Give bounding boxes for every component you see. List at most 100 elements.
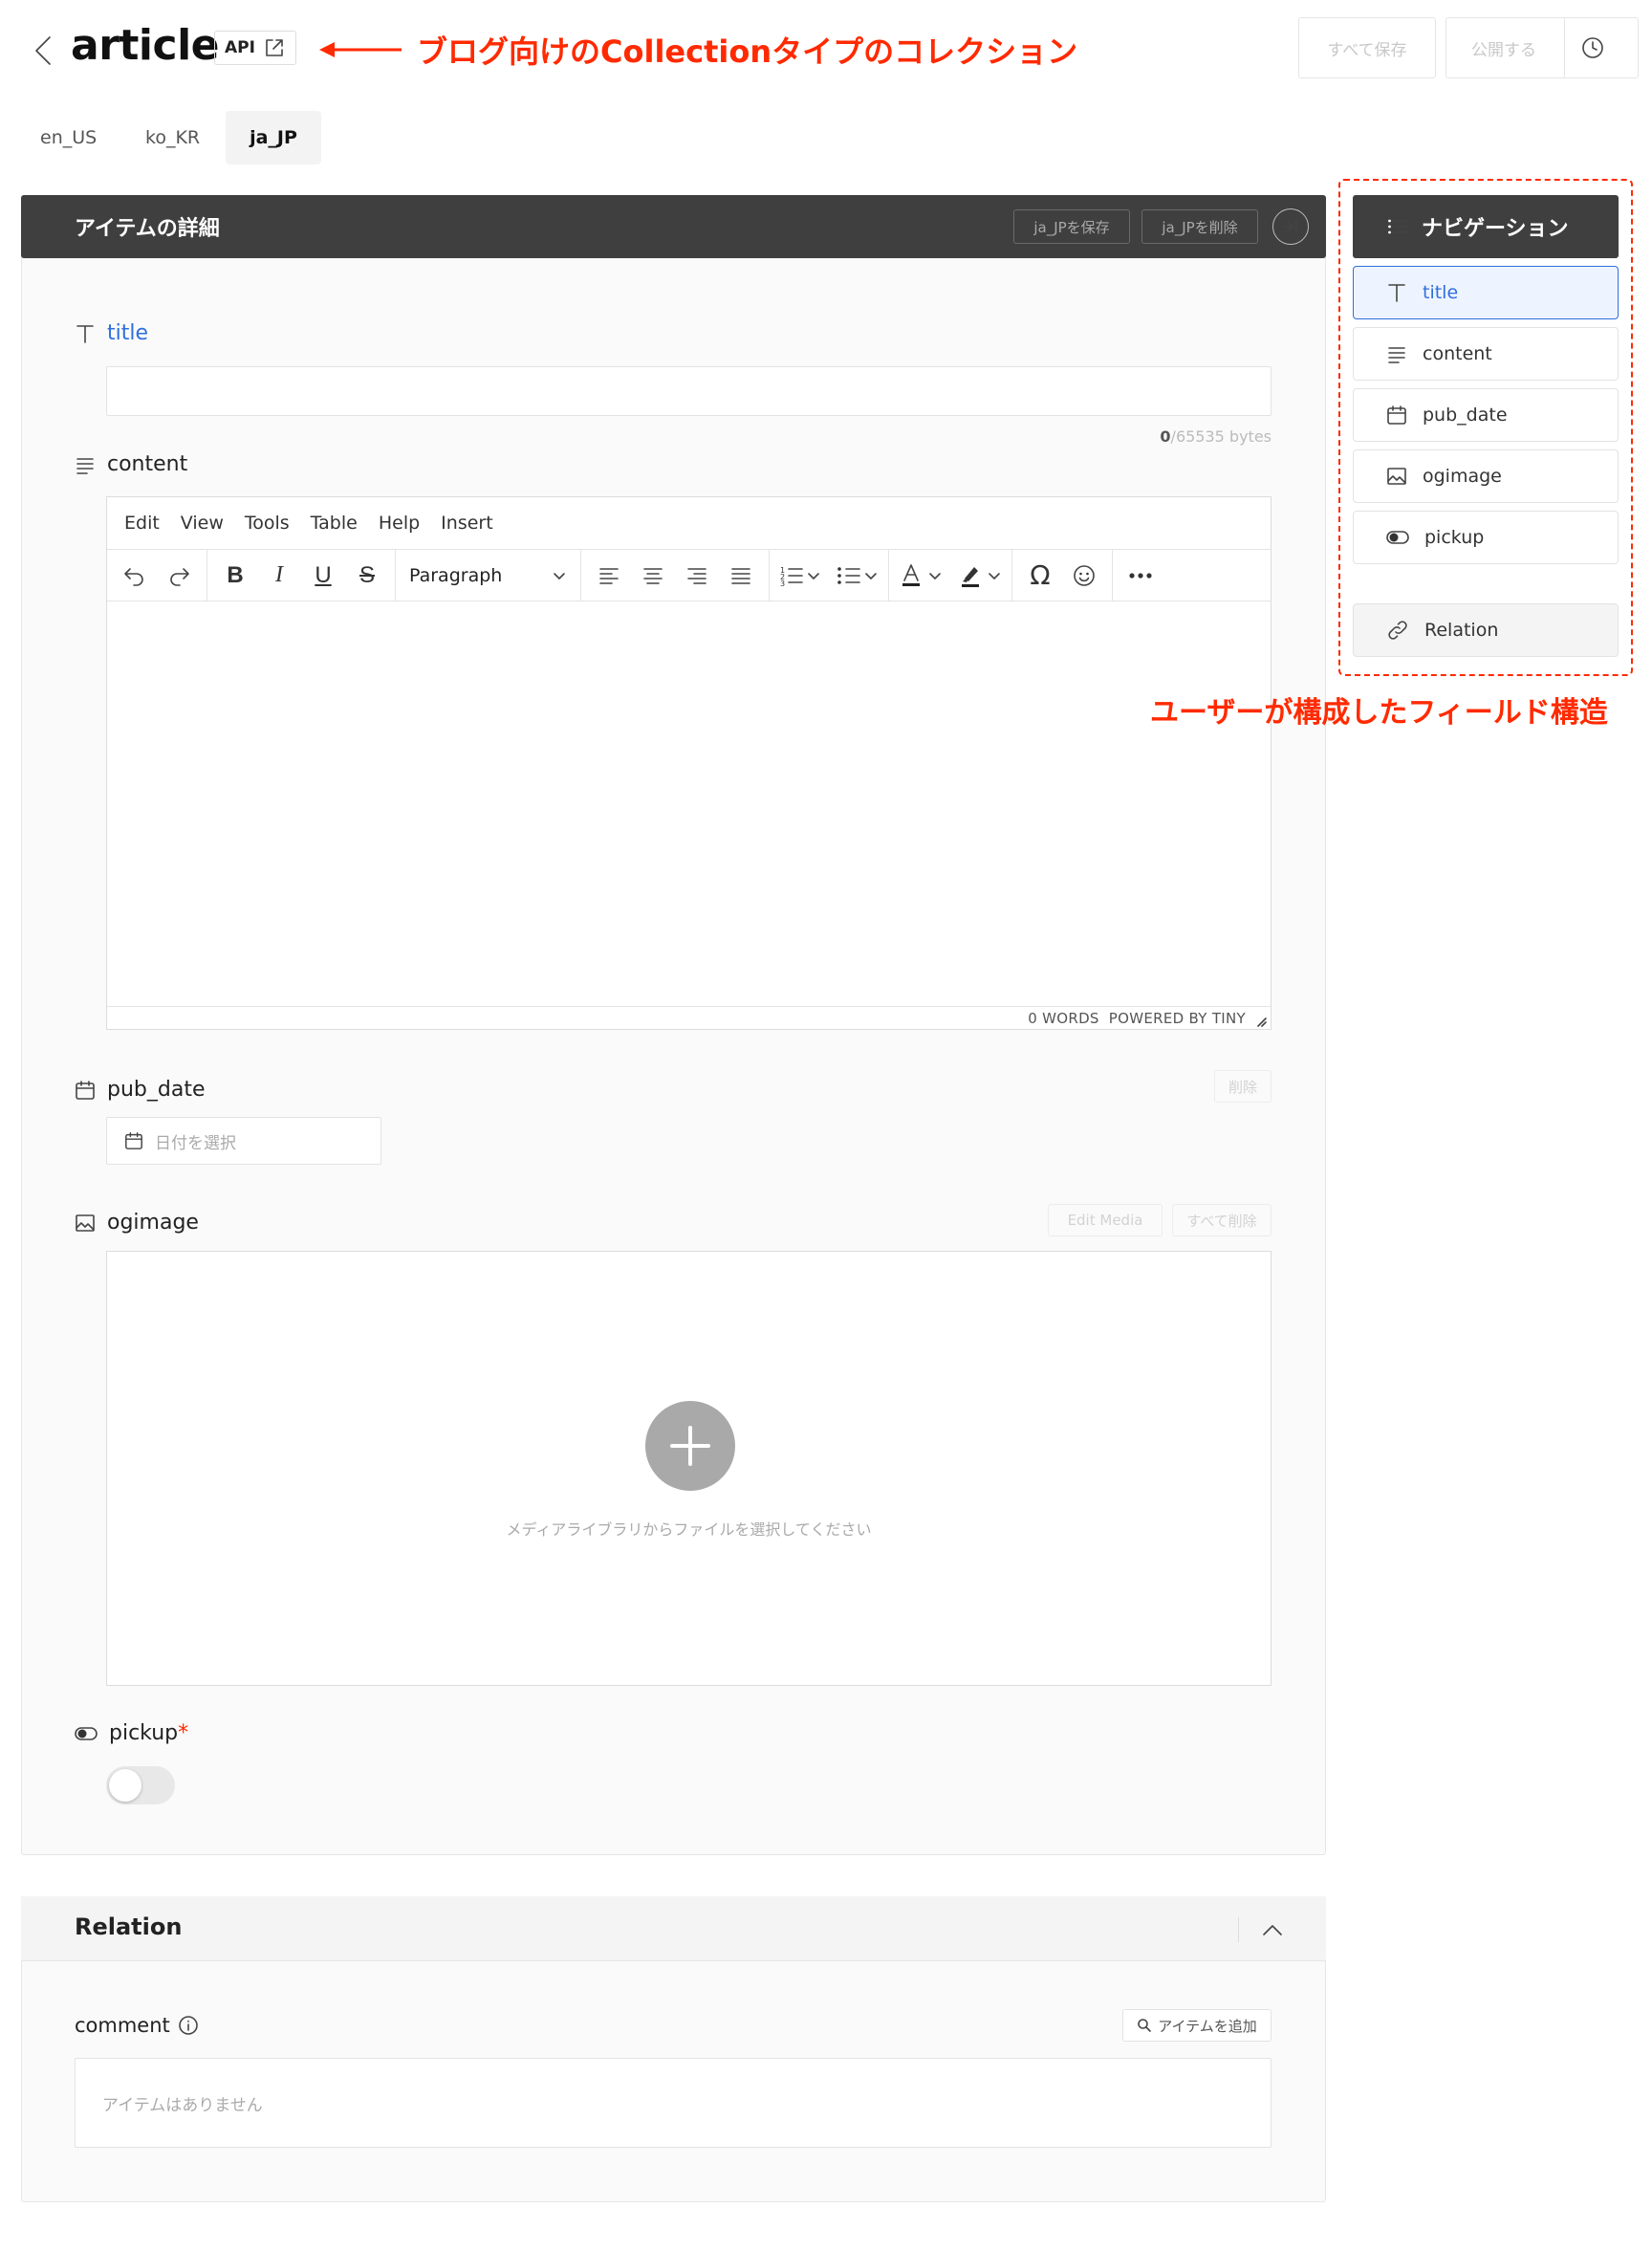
chevron-up-icon[interactable] — [1260, 1917, 1285, 1942]
locale-tab-en-us[interactable]: en_US — [19, 111, 118, 164]
add-item-label: アイテムを追加 — [1158, 2017, 1257, 2035]
header-annotation: ブログ向けのCollectionタイプのコレクション — [317, 28, 1077, 72]
block-format-select[interactable]: Paragraph — [396, 550, 581, 601]
bullet-list-icon[interactable] — [837, 564, 879, 587]
publish-divider — [1564, 17, 1565, 78]
comment-label-text: comment — [75, 2014, 170, 2037]
menu-insert[interactable]: Insert — [441, 513, 493, 534]
image-icon — [75, 1213, 96, 1234]
format-group: B I U S — [207, 550, 396, 601]
bold-icon[interactable]: B — [217, 558, 253, 594]
strikethrough-icon[interactable]: S — [349, 558, 385, 594]
delete-locale-button[interactable]: ja_JPを削除 — [1141, 209, 1258, 244]
api-link-button[interactable]: API — [214, 31, 296, 65]
align-center-icon[interactable] — [635, 558, 671, 594]
pickup-field-label: pickup* — [75, 1721, 188, 1745]
nav-item-ogimage[interactable]: ogimage — [1353, 449, 1619, 503]
nav-item-pub-date[interactable]: pub_date — [1353, 388, 1619, 442]
menu-tools[interactable]: Tools — [245, 513, 290, 534]
pub-date-delete-button[interactable]: 削除 — [1214, 1070, 1272, 1103]
editor-menubar: Edit View Tools Table Help Insert — [107, 497, 1271, 550]
content-field-label: content — [75, 452, 187, 476]
back-arrow-icon[interactable] — [31, 32, 57, 70]
calendar-icon — [1386, 404, 1407, 426]
nav-item-content[interactable]: content — [1353, 327, 1619, 381]
editor-toolbar: B I U S Paragraph 123 Ω — [107, 550, 1271, 601]
image-icon — [1386, 466, 1407, 487]
insert-group: Ω — [1012, 550, 1113, 601]
redo-icon[interactable] — [161, 558, 197, 594]
align-left-icon[interactable] — [591, 558, 627, 594]
save-all-button[interactable]: すべて保存 — [1298, 17, 1436, 78]
highlight-color-icon[interactable] — [958, 562, 1002, 589]
date-picker-input[interactable]: 日付を選択 — [106, 1117, 381, 1165]
resize-handle-icon[interactable] — [1255, 1016, 1267, 1027]
media-dropzone[interactable]: メディアライブラリからファイルを選択してください — [106, 1251, 1272, 1686]
edit-media-button[interactable]: Edit Media — [1048, 1204, 1163, 1236]
required-mark: * — [178, 1721, 189, 1745]
menu-table[interactable]: Table — [311, 513, 358, 534]
list-icon — [1387, 217, 1408, 236]
pub-date-field-label: pub_date — [75, 1078, 205, 1102]
calendar-icon — [75, 1080, 96, 1101]
title-byte-counter: 0 /65535 bytes — [1160, 427, 1272, 446]
title-input[interactable] — [106, 366, 1272, 416]
navigation-header: ナビゲーション — [1353, 195, 1619, 258]
paragraph-icon — [75, 454, 96, 475]
special-char-omega-icon[interactable]: Ω — [1022, 558, 1058, 594]
pickup-toggle-knob — [109, 1769, 141, 1802]
menu-help[interactable]: Help — [379, 513, 420, 534]
text-type-icon — [1386, 281, 1407, 304]
list-group: 123 — [770, 550, 889, 601]
nav-item-relation[interactable]: Relation — [1353, 603, 1619, 657]
numbered-list-icon[interactable]: 123 — [779, 564, 821, 587]
nav-item-label: content — [1423, 343, 1492, 364]
pub-date-label-text: pub_date — [107, 1078, 206, 1102]
menu-edit[interactable]: Edit — [124, 513, 160, 534]
add-item-button[interactable]: アイテムを追加 — [1122, 2009, 1272, 2042]
publish-button[interactable]: 公開する — [1446, 17, 1639, 78]
relation-empty-text: アイテムはありません — [102, 2095, 263, 2115]
navigation-annotation-text: ユーザーが構成したフィールド構造 — [1150, 696, 1608, 730]
menu-view[interactable]: View — [181, 513, 224, 534]
byte-counter-used: 0 — [1160, 427, 1171, 446]
chevron-down-icon — [552, 568, 567, 583]
save-locale-button[interactable]: ja_JPを保存 — [1013, 209, 1130, 244]
emoji-icon[interactable] — [1066, 558, 1102, 594]
locale-tab-ja-jp[interactable]: ja_JP — [226, 111, 321, 164]
byte-counter-limit: /65535 bytes — [1170, 427, 1272, 446]
delete-all-media-button[interactable]: すべて削除 — [1172, 1204, 1272, 1236]
nav-item-label: ogimage — [1423, 466, 1502, 487]
nav-item-label: pickup — [1424, 527, 1485, 548]
external-link-icon — [263, 36, 286, 59]
italic-icon[interactable]: I — [261, 558, 297, 594]
align-right-icon[interactable] — [679, 558, 715, 594]
text-type-icon — [75, 322, 96, 345]
underline-icon[interactable]: U — [305, 558, 341, 594]
relation-items-list: アイテムはありません — [75, 2058, 1272, 2148]
more-options-icon[interactable] — [1113, 572, 1168, 579]
header-annotation-text: ブログ向けのCollectionタイプのコレクション — [417, 33, 1078, 70]
search-icon — [1137, 2018, 1152, 2033]
link-icon — [1386, 619, 1409, 642]
pickup-toggle[interactable] — [106, 1766, 175, 1804]
navigation-title: ナビゲーション — [1422, 217, 1569, 241]
publish-label: 公開する — [1471, 40, 1536, 60]
schedule-clock-icon[interactable] — [1581, 36, 1604, 59]
nav-item-pickup[interactable]: pickup — [1353, 511, 1619, 564]
align-justify-icon[interactable] — [723, 558, 759, 594]
undo-icon[interactable] — [117, 558, 153, 594]
text-color-icon[interactable] — [899, 562, 943, 589]
editor-content-area[interactable] — [107, 601, 1271, 1007]
media-hint: メディアライブラリからファイルを選択してください — [506, 1520, 872, 1539]
locale-tab-ko-kr[interactable]: ko_KR — [124, 111, 221, 164]
powered-by-tiny[interactable]: POWERED BY TINY — [1109, 1010, 1246, 1027]
info-icon[interactable] — [178, 2015, 199, 2036]
collapse-panel-icon[interactable] — [1272, 208, 1309, 245]
item-detail-title: アイテムの詳細 — [75, 217, 220, 241]
pickup-label-text: pickup* — [109, 1721, 188, 1745]
add-media-plus-icon[interactable] — [645, 1401, 735, 1491]
ogimage-label-text: ogimage — [107, 1211, 199, 1235]
nav-item-title[interactable]: title — [1353, 266, 1619, 319]
left-arrow-icon — [317, 38, 403, 61]
